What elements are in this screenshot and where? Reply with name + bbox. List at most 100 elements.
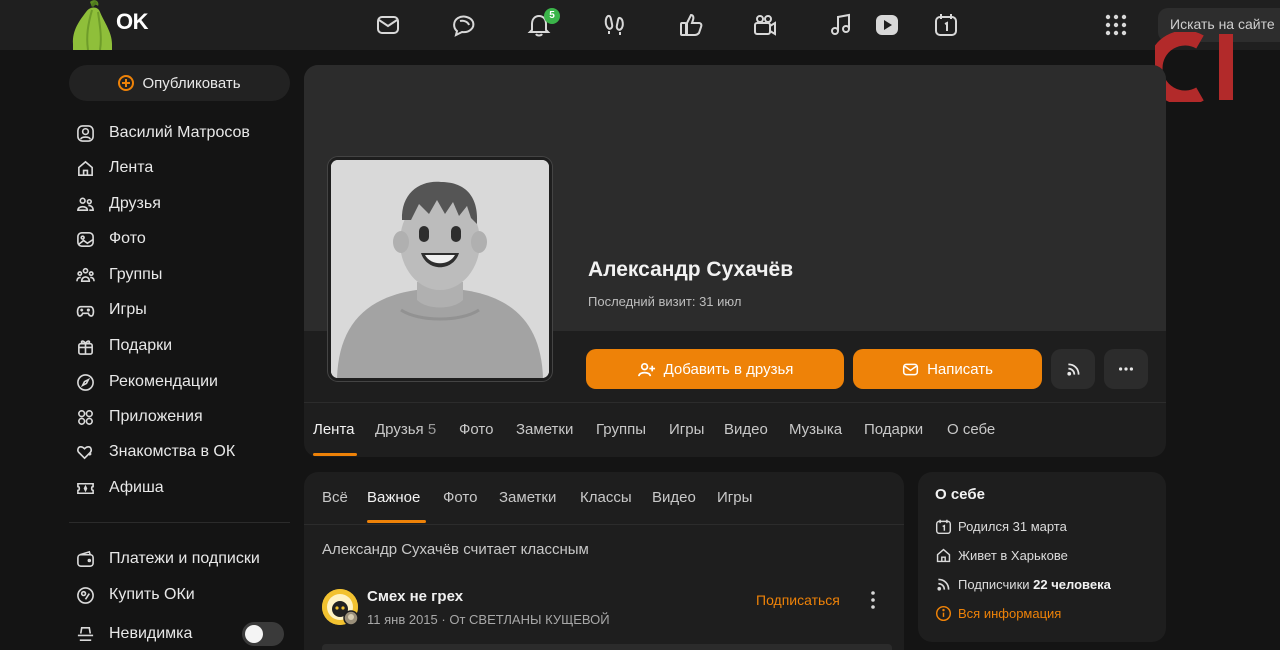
profile-card-divider [304, 402, 1166, 403]
sidebar-item-label: Игры [109, 301, 147, 318]
feed-tab-games[interactable]: Игры [717, 489, 752, 506]
tab-games[interactable]: Игры [669, 421, 704, 438]
sidebar-item-groups[interactable]: Группы [76, 263, 162, 287]
sidebar-item-label: Афиша [109, 479, 164, 496]
home-icon [78, 160, 93, 176]
feed-tab-notes[interactable]: Заметки [499, 489, 556, 506]
feed-tab-video[interactable]: Видео [652, 489, 696, 506]
sidebar-item-label: Платежи и подписки [109, 550, 260, 567]
tab-feed[interactable]: Лента [313, 421, 355, 438]
video-camera-icon[interactable] [752, 12, 778, 38]
groups-icon [76, 267, 95, 282]
mail-icon[interactable] [375, 12, 401, 38]
post-menu-icon[interactable] [866, 590, 880, 610]
sidebar-item-buy-oki[interactable]: Купить ОКи [76, 583, 195, 607]
message-label: Написать [927, 360, 993, 378]
home-icon [936, 548, 951, 563]
group-avatar[interactable] [322, 589, 359, 626]
bell-icon[interactable]: 5 [526, 8, 560, 38]
sidebar-item-apps[interactable]: Приложения [76, 405, 203, 429]
tab-photo[interactable]: Фото [459, 421, 493, 438]
info-icon [935, 605, 952, 622]
more-dots-icon [1118, 367, 1134, 371]
ticket-icon [77, 482, 94, 494]
ok-logo[interactable]: OK [70, 0, 160, 50]
sidebar-item-games[interactable]: Игры [76, 298, 147, 322]
subscribe-rss-button[interactable] [1051, 349, 1095, 389]
about-all-info[interactable]: Вся информация [935, 605, 1061, 622]
post-date: 11 янв 2015 [367, 612, 438, 627]
sidebar-item-label: Рекомендации [109, 373, 218, 390]
hearts-icon [77, 445, 93, 459]
subscribe-link[interactable]: Подписаться [756, 592, 840, 608]
user-icon [77, 124, 94, 142]
plus-circle-icon [118, 75, 135, 91]
sidebar-item-feed[interactable]: Лента [76, 156, 153, 180]
last-visit: Последний визит: 31 июл [588, 294, 742, 309]
sidebar-item-recommendations[interactable]: Рекомендации [76, 370, 218, 394]
feed-tab-likes[interactable]: Классы [580, 489, 632, 506]
calendar-icon [935, 519, 952, 535]
sidebar-item-payments[interactable]: Платежи и подписки [76, 547, 260, 571]
about-followers[interactable]: Подписчики 22 человека [935, 576, 1111, 593]
sidebar-item-label: Знакомства в ОК [109, 443, 236, 460]
sidebar-item-profile[interactable]: Василий Матросов [76, 121, 250, 145]
sidebar-item-label: Группы [109, 266, 163, 283]
feed-tab-important[interactable]: Важное [367, 489, 420, 506]
group-logo-icon [322, 589, 359, 626]
sidebar-item-label: Купить ОКи [109, 586, 195, 603]
invisible-toggle[interactable] [242, 622, 284, 646]
about-title: О себе [935, 486, 985, 503]
add-friend-button[interactable]: Добавить в друзья [586, 349, 844, 389]
more-options-button[interactable] [1104, 349, 1148, 389]
tab-about[interactable]: О себе [947, 421, 995, 438]
sidebar-item-events[interactable]: Афиша [76, 476, 164, 500]
publish-button[interactable]: Опубликовать [69, 65, 290, 101]
watermark-logo [1155, 32, 1233, 102]
profile-card: Александр Сухачёв Последний визит: 31 ию… [304, 65, 1166, 457]
wallet-icon [77, 550, 94, 567]
notifications-badge: 5 [544, 8, 560, 24]
music-icon[interactable] [828, 12, 854, 38]
feed-tab-all[interactable]: Всё [322, 489, 348, 506]
tab-gifts[interactable]: Подарки [864, 421, 923, 438]
post-group-name[interactable]: Смех не грех [367, 588, 463, 605]
friends-icon [77, 197, 94, 211]
followers-count: 22 человека [1033, 577, 1111, 592]
calendar-icon[interactable] [933, 12, 959, 38]
like-icon[interactable] [678, 12, 704, 38]
brand-name: OK [116, 9, 149, 34]
squash-logo-icon [72, 0, 112, 50]
sidebar-item-photo[interactable]: Фото [76, 227, 146, 251]
feed-card: Всё Важное Фото Заметки Классы Видео Игр… [304, 472, 904, 650]
sidebar-item-dating[interactable]: Знакомства в ОК [76, 440, 235, 464]
post-meta: 11 янв 2015 · От СВЕТЛАНЫ КУЩЕВОЙ [367, 612, 610, 627]
top-bar: OK 5 Искать на сайте [0, 0, 1280, 50]
feed-tab-photo[interactable]: Фото [443, 489, 477, 506]
tab-music[interactable]: Музыка [789, 421, 842, 438]
about-city: Живет в Харькове [935, 547, 1068, 564]
sidebar-item-label: Василий Матросов [109, 124, 250, 141]
tab-notes[interactable]: Заметки [516, 421, 573, 438]
sidebar-item-friends[interactable]: Друзья [76, 192, 161, 216]
tab-groups[interactable]: Группы [596, 421, 646, 438]
message-button[interactable]: Написать [853, 349, 1042, 389]
chat-icon[interactable] [451, 12, 477, 38]
profile-name: Александр Сухачёв [588, 258, 794, 281]
sidebar-item-invisible[interactable]: Невидимка [76, 622, 192, 646]
tab-video[interactable]: Видео [724, 421, 768, 438]
apps-grid-icon[interactable] [1104, 13, 1128, 37]
video-play-icon[interactable] [874, 12, 900, 38]
footprints-icon[interactable] [602, 12, 628, 38]
post-text-preview [322, 644, 892, 650]
sidebar-item-label: Подарки [109, 337, 173, 354]
incognito-icon [77, 626, 94, 641]
profile-avatar[interactable] [328, 157, 552, 381]
friends-count: 5 [427, 421, 437, 438]
tab-friends[interactable]: Друзья 5 [375, 421, 436, 438]
sidebar-item-label: Приложения [109, 408, 203, 425]
sidebar-item-gifts[interactable]: Подарки [76, 334, 172, 358]
post-source[interactable]: От СВЕТЛАНЫ КУЩЕВОЙ [449, 612, 609, 627]
compass-icon [77, 373, 94, 391]
feed-note: Александр Сухачёв считает классным [322, 541, 589, 558]
